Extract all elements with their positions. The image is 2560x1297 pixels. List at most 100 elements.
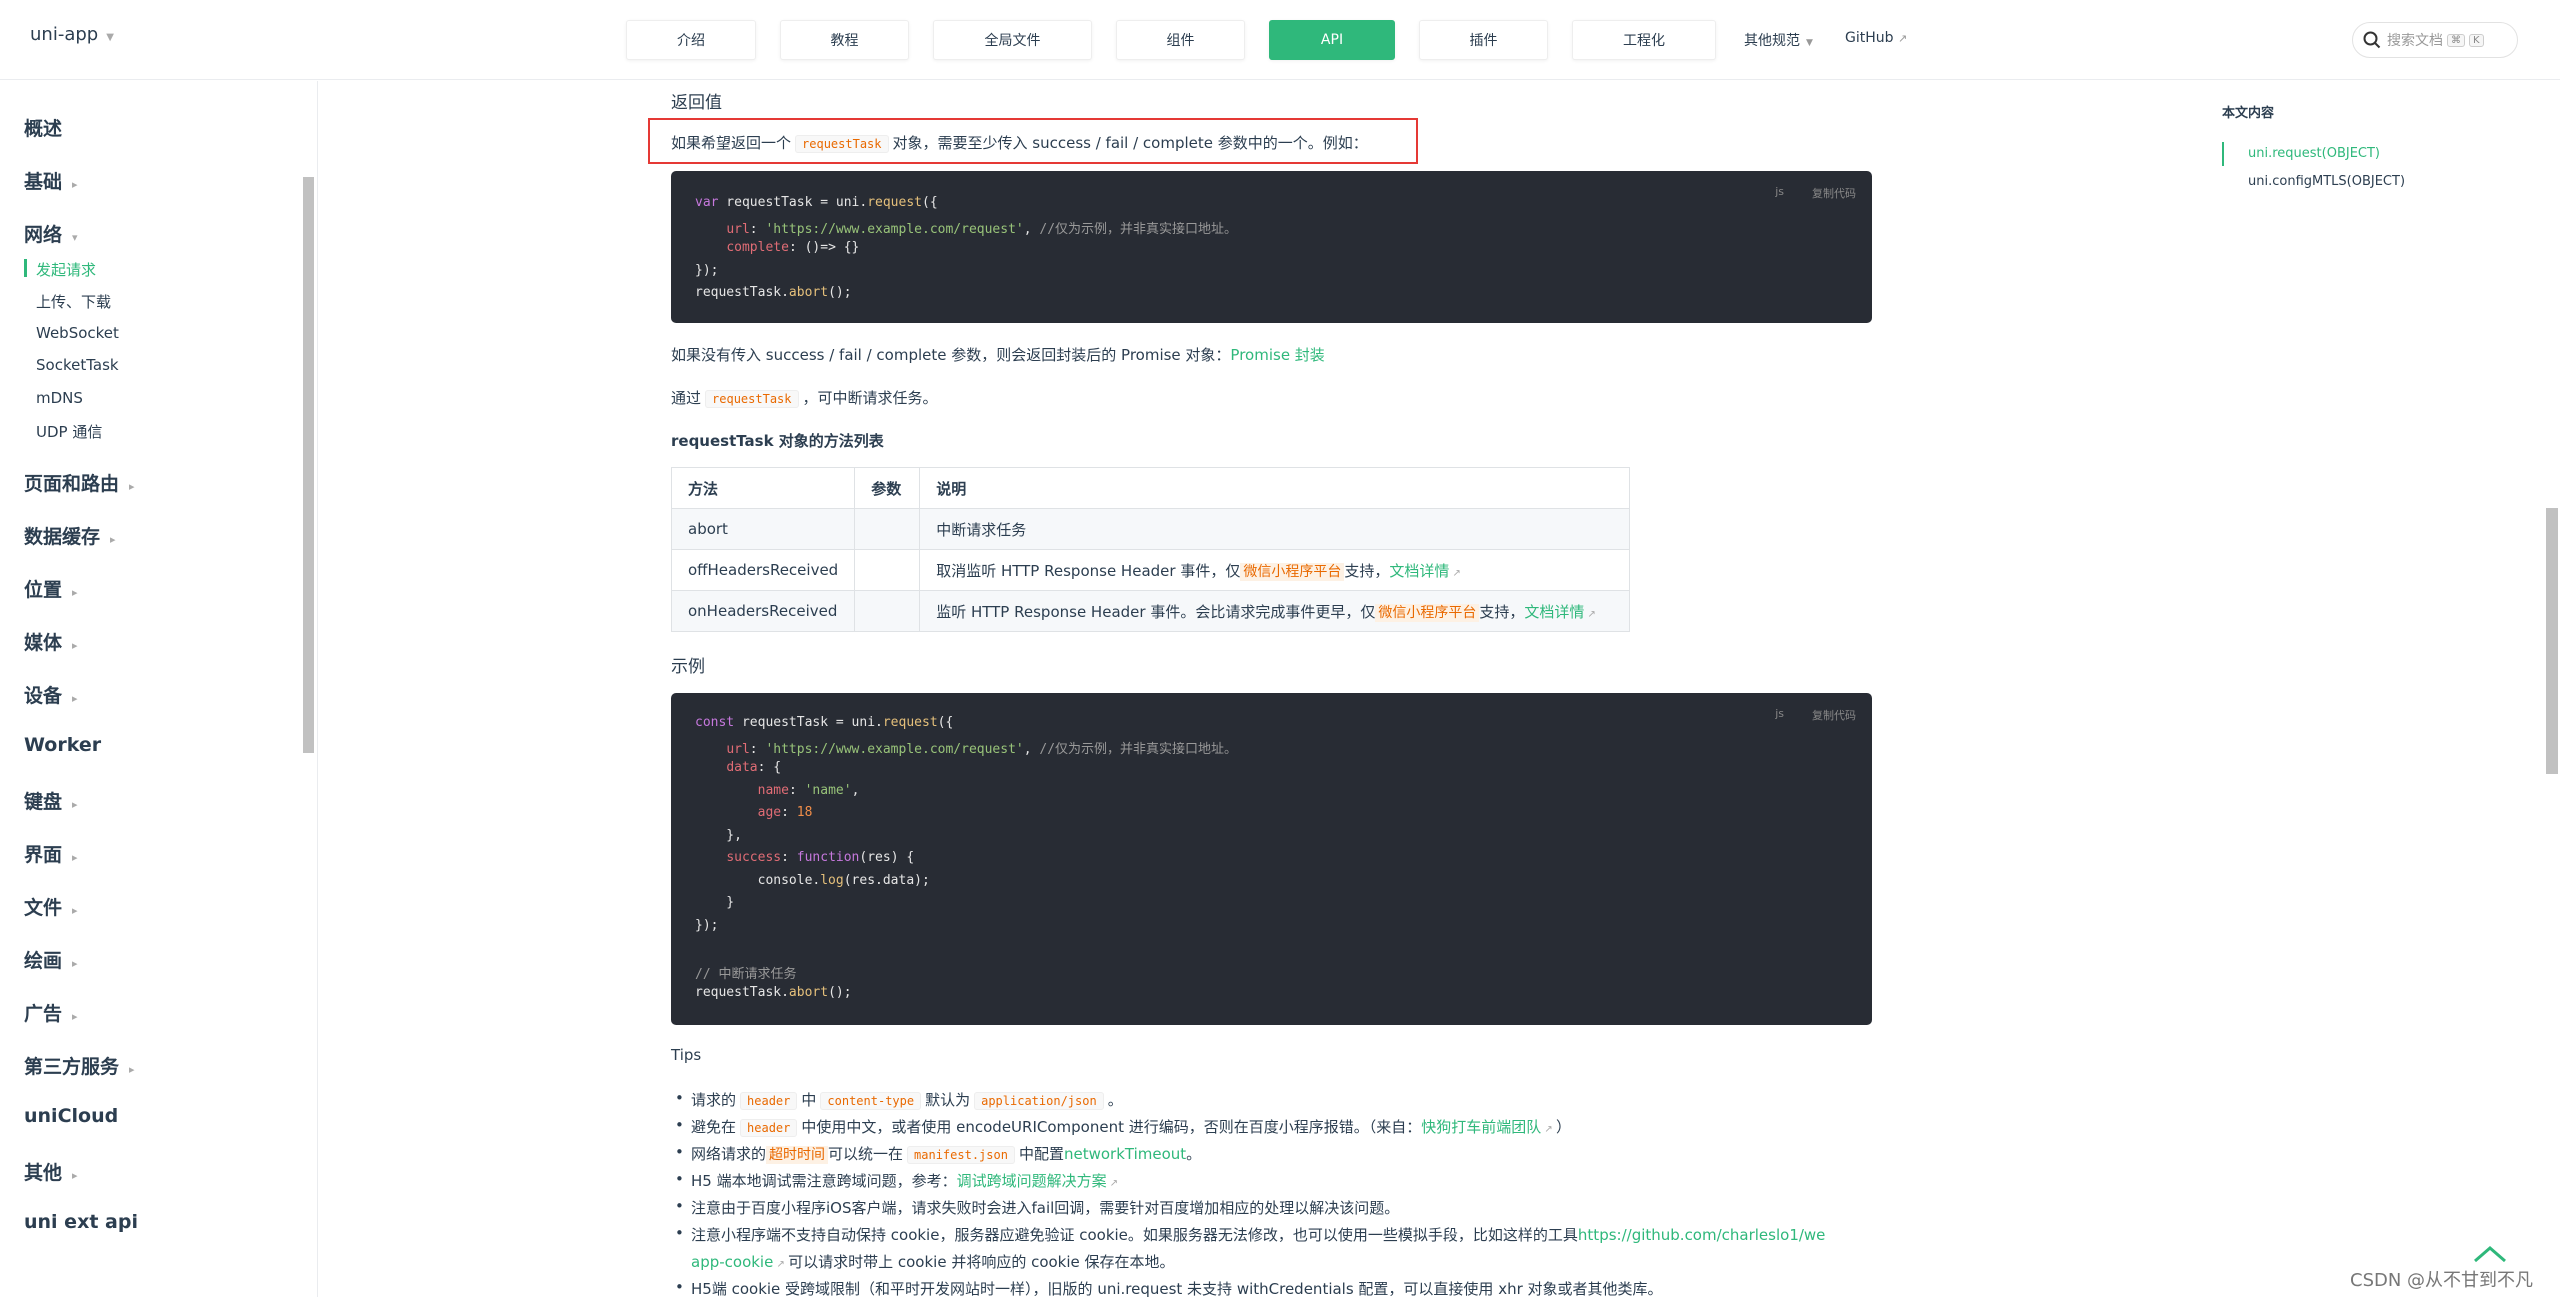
nav-global-files[interactable]: 全局文件 bbox=[933, 20, 1092, 60]
sidebar-item-ext-api[interactable]: uni ext api bbox=[24, 1211, 138, 1233]
nav-intro[interactable]: 介绍 bbox=[626, 20, 756, 60]
sidebar-sub-udp[interactable]: UDP 通信 bbox=[36, 421, 102, 442]
list-item: 注意小程序端不支持自动保持 cookie，服务器应避免验证 cookie。如果服… bbox=[675, 1224, 1826, 1245]
github-cookie-link[interactable]: https://github.com/charleslo1/we bbox=[1578, 1226, 1826, 1244]
nav-other-spec[interactable]: 其他规范 ▼ bbox=[1744, 30, 1813, 50]
nav-plugins[interactable]: 插件 bbox=[1419, 20, 1548, 60]
list-item-continuation: app-cookie ↗ 可以请求时带上 cookie 并将响应的 cookie… bbox=[691, 1253, 1175, 1271]
doc-link[interactable]: 文档详情 bbox=[1389, 562, 1449, 580]
intro-paragraph: 如果希望返回一个 requestTask 对象，需要至少传入 success / f… bbox=[671, 134, 1368, 153]
chevron-right-icon: ▸ bbox=[110, 533, 116, 546]
sidebar-item-third-party[interactable]: 第三方服务 ▸ bbox=[24, 1052, 135, 1079]
sidebar-item-file[interactable]: 文件 ▸ bbox=[24, 893, 78, 920]
sidebar-sub-request[interactable]: 发起请求 bbox=[36, 259, 96, 280]
sidebar-item-page-route[interactable]: 页面和路由 ▸ bbox=[24, 469, 135, 496]
source-link[interactable]: 快狗打车前端团队 bbox=[1421, 1118, 1541, 1136]
code-line: success: function(res) { bbox=[726, 850, 915, 865]
inline-code: header bbox=[740, 1092, 798, 1110]
table-cell bbox=[854, 508, 921, 550]
back-to-top-icon[interactable] bbox=[2472, 1244, 2508, 1264]
sidebar-item-canvas[interactable]: 绘画 ▸ bbox=[24, 946, 78, 973]
site-logo[interactable]: uni-app ▼ bbox=[30, 24, 114, 45]
code-line: const requestTask = uni.request({ bbox=[695, 715, 954, 730]
abort-paragraph: 通过 requestTask ，可中断请求任务。 bbox=[671, 389, 938, 408]
sidebar-item-ad[interactable]: 广告 ▸ bbox=[24, 999, 78, 1026]
kbd-key-cmd: ⌘ bbox=[2447, 33, 2465, 47]
promise-paragraph: 如果没有传入 success / fail / complete 参数，则会返回… bbox=[671, 346, 1325, 364]
chevron-right-icon: ▸ bbox=[72, 178, 78, 191]
code-line: data: { bbox=[726, 760, 782, 775]
code-line: requestTask.abort(); bbox=[695, 285, 852, 300]
table-row: onHeadersReceived 监听 HTTP Response Heade… bbox=[670, 590, 1630, 632]
external-link-icon: ↗ bbox=[1897, 32, 1908, 45]
tips-title: Tips bbox=[671, 1046, 702, 1064]
sidebar-item-other[interactable]: 其他 ▸ bbox=[24, 1158, 78, 1185]
code-line: url: 'https://www.example.com/request', … bbox=[726, 742, 1238, 757]
code-line: url: 'https://www.example.com/request', … bbox=[726, 222, 1238, 237]
chevron-right-icon: ▸ bbox=[72, 639, 78, 652]
active-indicator bbox=[24, 259, 27, 277]
methods-title: requestTask 对象的方法列表 bbox=[671, 432, 884, 450]
external-link-icon: ↗ bbox=[1584, 608, 1596, 620]
sidebar-item-device[interactable]: 设备 ▸ bbox=[24, 681, 78, 708]
external-link-icon: ↗ bbox=[773, 1259, 789, 1270]
sidebar-item-keyboard[interactable]: 键盘 ▸ bbox=[24, 787, 78, 814]
doc-link[interactable]: 文档详情 bbox=[1524, 603, 1584, 621]
table-cell bbox=[854, 549, 921, 591]
chevron-down-icon: ▼ bbox=[1806, 38, 1813, 48]
code-line: }); bbox=[695, 263, 719, 278]
sidebar-item-unicloud[interactable]: uniCloud bbox=[24, 1105, 118, 1127]
sidebar-item-ui[interactable]: 界面 ▸ bbox=[24, 840, 78, 867]
nav-tutorial[interactable]: 教程 bbox=[780, 20, 909, 60]
table-row: offHeadersReceived 取消监听 HTTP Response He… bbox=[670, 549, 1630, 591]
copy-code-button[interactable]: 复制代码 bbox=[1812, 185, 1856, 201]
sidebar-sub-mdns[interactable]: mDNS bbox=[36, 389, 83, 407]
cors-link[interactable]: 调试跨域问题解决方案 bbox=[957, 1172, 1107, 1190]
table-cell bbox=[854, 590, 921, 632]
inline-code: application/json bbox=[974, 1092, 1104, 1110]
nav-github[interactable]: GitHub ↗ bbox=[1845, 30, 1907, 46]
chevron-right-icon: ▸ bbox=[129, 1063, 135, 1076]
network-timeout-link[interactable]: networkTimeout bbox=[1064, 1145, 1186, 1163]
nav-components[interactable]: 组件 bbox=[1116, 20, 1245, 60]
sidebar-sub-upload-download[interactable]: 上传、下载 bbox=[36, 291, 111, 312]
code-line: }, bbox=[695, 828, 742, 843]
sidebar-item-network[interactable]: 网络 ▾ bbox=[24, 220, 78, 247]
sidebar-item-overview[interactable]: 概述 bbox=[24, 114, 62, 141]
github-cookie-link-2[interactable]: app-cookie bbox=[691, 1253, 773, 1271]
table-header: 说明 bbox=[919, 467, 1630, 509]
sidebar-item-storage[interactable]: 数据缓存 ▸ bbox=[24, 522, 116, 549]
table-header: 参数 bbox=[854, 467, 921, 509]
sidebar-scrollbar[interactable] bbox=[303, 177, 314, 753]
external-link-icon: ↗ bbox=[1106, 1178, 1119, 1189]
copy-code-button[interactable]: 复制代码 bbox=[1812, 707, 1856, 723]
inline-code: content-type bbox=[820, 1092, 922, 1110]
chevron-right-icon: ▸ bbox=[72, 1010, 78, 1023]
inline-code: header bbox=[740, 1119, 798, 1137]
sidebar-sub-websocket[interactable]: WebSocket bbox=[36, 324, 119, 342]
promise-link[interactable]: Promise 封装 bbox=[1230, 346, 1324, 364]
toc-active-indicator bbox=[2222, 142, 2224, 166]
table-row: abort 中断请求任务 bbox=[670, 508, 1630, 550]
sidebar-item-media[interactable]: 媒体 ▸ bbox=[24, 628, 78, 655]
page-scrollbar[interactable] bbox=[2546, 508, 2558, 774]
top-nav: 介绍 教程 全局文件 组件 API 插件 工程化 bbox=[626, 20, 1740, 60]
table-cell: 中断请求任务 bbox=[919, 508, 1630, 550]
toc-item-configmtls[interactable]: uni.configMTLS(OBJECT) bbox=[2248, 174, 2405, 189]
toc-item-request[interactable]: uni.request(OBJECT) bbox=[2248, 146, 2380, 161]
nav-api[interactable]: API bbox=[1269, 20, 1395, 60]
sidebar-item-basic[interactable]: 基础 ▸ bbox=[24, 167, 78, 194]
sidebar-item-worker[interactable]: Worker bbox=[24, 734, 101, 756]
chevron-right-icon: ▸ bbox=[129, 480, 135, 493]
chevron-right-icon: ▸ bbox=[72, 798, 78, 811]
code-line: var requestTask = uni.request({ bbox=[695, 195, 938, 210]
code-line: console.log(res.data); bbox=[695, 873, 930, 888]
toc-title: 本文内容 bbox=[2222, 106, 2275, 121]
list-item: 请求的header中content-type默认为application/jso… bbox=[675, 1089, 1123, 1110]
section-title-return: 返回值 bbox=[671, 93, 722, 113]
watermark: CSDN @从不甘到不凡 bbox=[2350, 1270, 2534, 1291]
nav-engineering[interactable]: 工程化 bbox=[1572, 20, 1716, 60]
sidebar-item-location[interactable]: 位置 ▸ bbox=[24, 575, 78, 602]
sidebar-sub-sockettask[interactable]: SocketTask bbox=[36, 356, 119, 374]
search-input[interactable]: 搜索文档 ⌘ K bbox=[2352, 22, 2518, 58]
